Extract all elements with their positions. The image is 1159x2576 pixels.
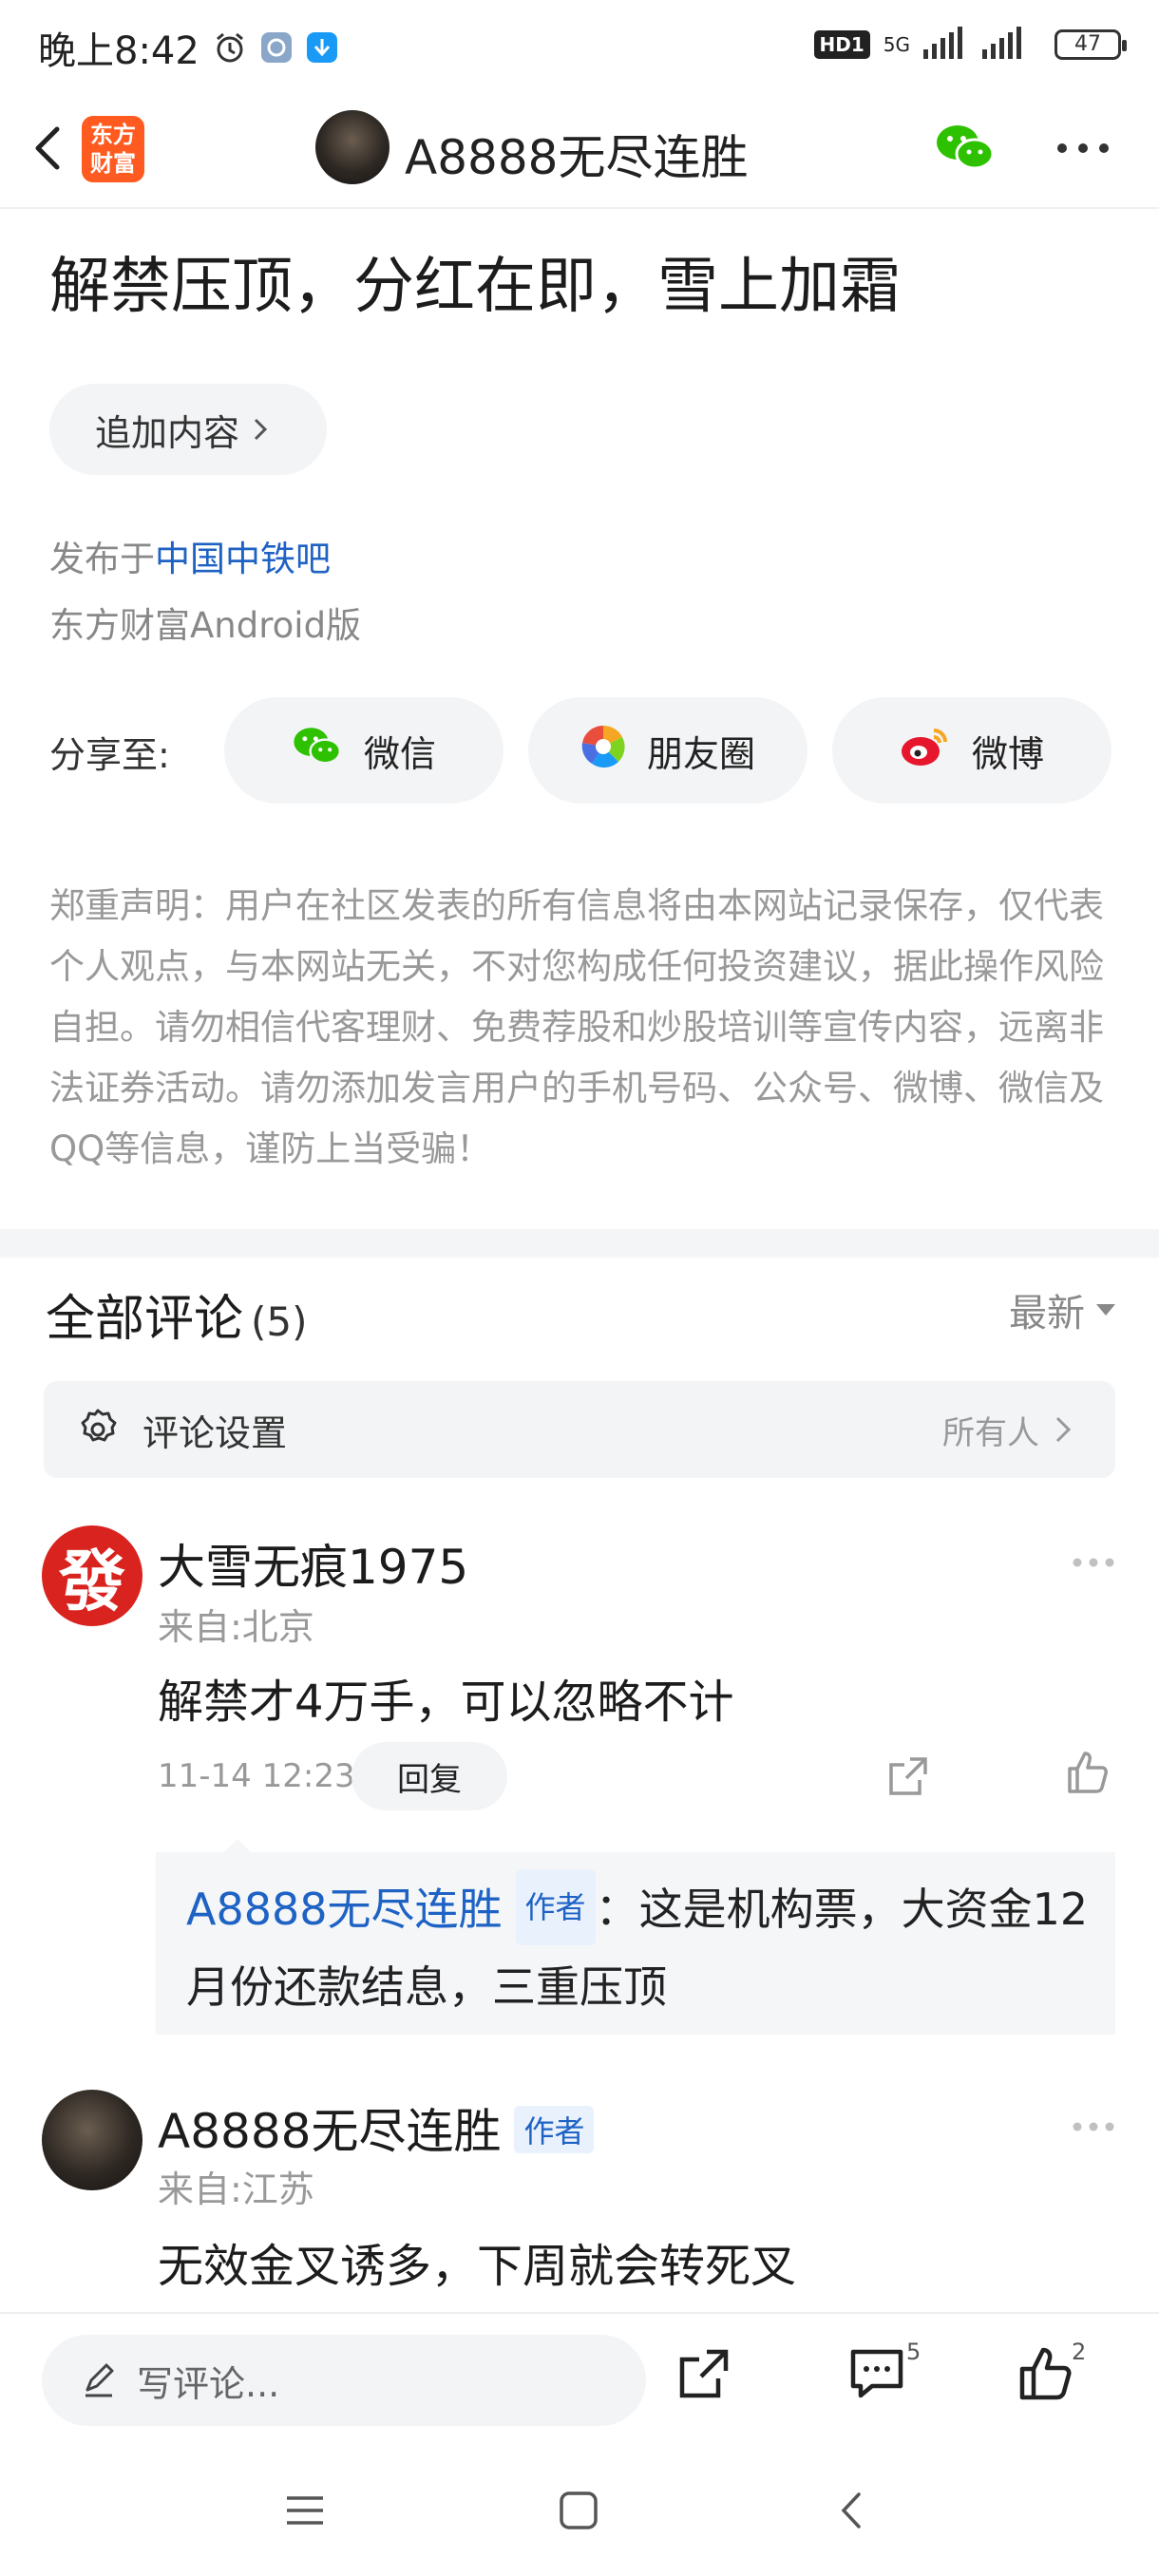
forum-link[interactable]: 中国中铁吧 <box>155 539 331 579</box>
alarm-icon <box>213 30 247 65</box>
thumbs-up-icon[interactable] <box>1064 1750 1110 1799</box>
caret-down-icon <box>1096 1304 1115 1316</box>
reply-author[interactable]: A8888无尽连胜 <box>186 1884 503 1935</box>
commenter-name-row: A8888无尽连胜 作者 <box>158 2093 595 2162</box>
chevron-right-icon <box>253 408 268 450</box>
bottom-action-bar: 写评论... 5 2 <box>0 2312 1159 2456</box>
commenter-avatar[interactable] <box>42 2090 142 2190</box>
comment-more-icon[interactable] <box>1072 2118 1115 2136</box>
comment-text: 解禁才4万手，可以忽略不计 <box>158 1676 734 1729</box>
like-count-badge: 2 <box>1072 2339 1087 2365</box>
client-info: 东方财富Android版 <box>49 605 362 646</box>
battery-indicator: 47 <box>1054 29 1127 60</box>
comment-count-badge: 5 <box>906 2339 922 2365</box>
comment-text: 无效金叉诱多，下周就会转死叉 <box>158 2240 797 2293</box>
disclaimer-text: 郑重声明：用户在社区发表的所有信息将由本网站记录保存，仅代表个人观点，与本网站无… <box>49 885 1104 1169</box>
author-badge: 作者 <box>514 2105 595 2153</box>
share-wechat-button[interactable]: 微信 <box>224 697 504 804</box>
commenter-location: 来自:江苏 <box>158 2169 314 2210</box>
page-title[interactable]: A8888无尽连胜 <box>405 120 748 188</box>
article-title: 解禁压顶，分红在即，雪上加霜 <box>49 252 901 322</box>
commenter-avatar[interactable]: 發 <box>42 1525 142 1626</box>
more-options-icon[interactable] <box>1054 141 1112 159</box>
share-weibo-button[interactable]: 微博 <box>832 697 1112 804</box>
share-label: 分享至: <box>49 734 170 776</box>
back-button[interactable] <box>21 120 78 177</box>
add-content-label: 追加内容 <box>95 411 240 454</box>
hd-voice-icon: HD1 <box>813 30 870 59</box>
write-comment-placeholder: 写评论... <box>137 2362 280 2405</box>
share-moments-label: 朋友圈 <box>646 732 755 775</box>
wechat-icon <box>292 725 343 777</box>
share-icon[interactable] <box>885 1753 931 1803</box>
section-divider <box>0 1229 1159 1258</box>
moments-icon <box>580 724 626 778</box>
comment-time: 11-14 12:23 <box>158 1757 355 1795</box>
comment-settings-row[interactable]: 评论设置 所有人 <box>44 1381 1115 1478</box>
author-avatar[interactable] <box>315 110 390 184</box>
comment-scope-value: 所有人 <box>942 1413 1039 1452</box>
title-bar: 东方 财富 A8888无尽连胜 <box>0 95 1159 209</box>
pencil-icon <box>86 2363 114 2397</box>
signal-icon <box>923 27 1041 63</box>
comment-icon[interactable] <box>847 2346 906 2405</box>
download-notification-icon <box>306 31 338 64</box>
back-nav-icon[interactable] <box>830 2489 874 2536</box>
home-icon[interactable] <box>557 2489 600 2536</box>
share-icon[interactable] <box>676 2346 732 2405</box>
sort-dropdown[interactable]: 最新 <box>1009 1282 1115 1337</box>
reply-pointer <box>224 1839 251 1852</box>
menu-icon[interactable] <box>283 2489 327 2536</box>
app-notification-icon <box>260 31 293 64</box>
share-weibo-label: 微博 <box>971 732 1044 775</box>
status-time: 晚上8:42 <box>38 29 200 73</box>
network-type: 5G <box>883 33 910 56</box>
commenter-name[interactable]: A8888无尽连胜 <box>158 2104 501 2159</box>
comments-title: 全部评论 <box>46 1291 244 1348</box>
weibo-icon <box>900 725 951 777</box>
published-in: 发布于中国中铁吧 <box>49 530 331 581</box>
add-content-button[interactable]: 追加内容 <box>49 384 327 475</box>
comment-settings-label: 评论设置 <box>142 1411 288 1454</box>
author-reply: A8888无尽连胜 作者 ：这是机构票，大资金12月份还款结息，三重压顶 <box>156 1839 1115 2035</box>
commenter-location: 来自:北京 <box>158 1606 314 1648</box>
eastmoney-logo[interactable]: 东方 财富 <box>82 116 144 182</box>
chevron-right-icon <box>1055 1416 1072 1443</box>
reply-button[interactable]: 回复 <box>352 1742 507 1810</box>
system-navigation-bar <box>0 2456 1159 2576</box>
write-comment-input[interactable]: 写评论... <box>42 2335 646 2426</box>
author-badge: 作者 <box>515 1868 596 1945</box>
share-moments-button[interactable]: 朋友圈 <box>528 697 808 804</box>
status-bar: 晚上8:42 HD1 5G 47 <box>0 0 1159 95</box>
comment-scope: 所有人 <box>942 1381 1072 1478</box>
like-icon[interactable] <box>1016 2346 1074 2405</box>
comments-header: 全部评论 (5) <box>46 1279 308 1350</box>
sort-label: 最新 <box>1009 1292 1085 1335</box>
commenter-name[interactable]: 大雪无痕1975 <box>158 1529 468 1598</box>
published-prefix: 发布于 <box>49 539 155 579</box>
share-wechat-label: 微信 <box>363 732 436 775</box>
gear-icon <box>76 1408 120 1451</box>
wechat-share-icon[interactable] <box>935 122 996 179</box>
comment-more-icon[interactable] <box>1072 1554 1115 1572</box>
comments-count: (5) <box>251 1298 308 1345</box>
